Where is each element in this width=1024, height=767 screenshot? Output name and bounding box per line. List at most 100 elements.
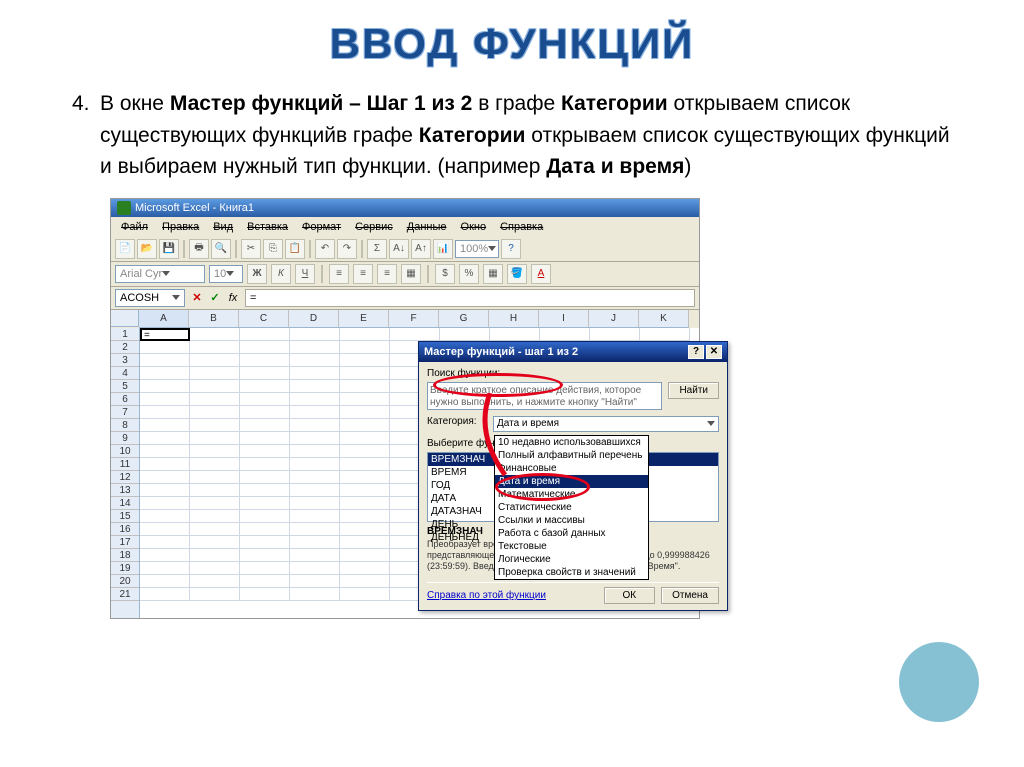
col-header[interactable]: J	[589, 310, 639, 327]
row-header[interactable]: 7	[111, 406, 139, 419]
font-name-box[interactable]: Arial Cyr	[115, 265, 205, 283]
row-header[interactable]: 2	[111, 341, 139, 354]
menu-insert[interactable]: Вставка	[241, 219, 294, 235]
formula-input[interactable]: =	[245, 289, 695, 307]
row-header[interactable]: 13	[111, 484, 139, 497]
row-header[interactable]: 16	[111, 523, 139, 536]
italic-icon[interactable]: К	[271, 264, 291, 284]
menu-file[interactable]: Файл	[115, 219, 154, 235]
row-header[interactable]: 9	[111, 432, 139, 445]
menu-view[interactable]: Вид	[207, 219, 239, 235]
row-header[interactable]: 6	[111, 393, 139, 406]
dropdown-item[interactable]: Логические	[495, 553, 648, 566]
menu-data[interactable]: Данные	[401, 219, 453, 235]
row-header[interactable]: 11	[111, 458, 139, 471]
col-header[interactable]: F	[389, 310, 439, 327]
align-center-icon[interactable]: ≡	[353, 264, 373, 284]
category-dropdown[interactable]: 10 недавно использовавшихся Полный алфав…	[494, 435, 649, 580]
dropdown-item[interactable]: Текстовые	[495, 540, 648, 553]
col-header[interactable]: A	[139, 310, 189, 327]
copy-icon[interactable]: ⎘	[263, 239, 283, 259]
help-icon[interactable]: ?	[501, 239, 521, 259]
cancel-formula-icon[interactable]: ✕	[189, 290, 205, 306]
row-header[interactable]: 1	[111, 328, 139, 341]
row-header[interactable]: 5	[111, 380, 139, 393]
col-header[interactable]: G	[439, 310, 489, 327]
col-header[interactable]: E	[339, 310, 389, 327]
row-header[interactable]: 14	[111, 497, 139, 510]
sort-desc-icon[interactable]: A↑	[411, 239, 431, 259]
select-all-corner[interactable]	[111, 310, 139, 327]
dropdown-item[interactable]: Полный алфавитный перечень	[495, 449, 648, 462]
ok-button[interactable]: ОК	[604, 587, 656, 604]
undo-icon[interactable]: ↶	[315, 239, 335, 259]
menu-window[interactable]: Окно	[455, 219, 493, 235]
col-header[interactable]: K	[639, 310, 689, 327]
bold-icon[interactable]: Ж	[247, 264, 267, 284]
col-header[interactable]: H	[489, 310, 539, 327]
borders-icon[interactable]: ▦	[483, 264, 503, 284]
sort-asc-icon[interactable]: A↓	[389, 239, 409, 259]
dialog-titlebar[interactable]: Мастер функций - шаг 1 из 2 ? ✕	[419, 342, 727, 362]
row-header[interactable]: 10	[111, 445, 139, 458]
align-left-icon[interactable]: ≡	[329, 264, 349, 284]
close-icon[interactable]: ✕	[706, 345, 722, 359]
row-header[interactable]: 8	[111, 419, 139, 432]
find-button[interactable]: Найти	[668, 382, 719, 399]
dropdown-item[interactable]: Ссылки и массивы	[495, 514, 648, 527]
menu-service[interactable]: Сервис	[349, 219, 399, 235]
print-icon[interactable]: 🖶	[189, 239, 209, 259]
cancel-button[interactable]: Отмена	[661, 587, 719, 604]
open-icon[interactable]: 📂	[137, 239, 157, 259]
help-link[interactable]: Справка по этой функции	[427, 590, 546, 601]
underline-icon[interactable]: Ч	[295, 264, 315, 284]
preview-icon[interactable]: 🔍	[211, 239, 231, 259]
enter-formula-icon[interactable]: ✓	[207, 290, 223, 306]
col-header[interactable]: D	[289, 310, 339, 327]
search-input[interactable]: Введите краткое описание действия, котор…	[427, 382, 662, 410]
dropdown-item[interactable]: Математические	[495, 488, 648, 501]
cell-grid[interactable]: = document.write(Array.from({length:20},…	[140, 328, 699, 618]
dropdown-item[interactable]: Проверка свойств и значений	[495, 566, 648, 579]
percent-icon[interactable]: %	[459, 264, 479, 284]
align-right-icon[interactable]: ≡	[377, 264, 397, 284]
redo-icon[interactable]: ↷	[337, 239, 357, 259]
function-list[interactable]: ВРЕМЗНАЧ ВРЕМЯ ГОД ДАТА ДАТАЗНАЧ ДЕНЬ ДЕ…	[427, 452, 719, 522]
merge-icon[interactable]: ▦	[401, 264, 421, 284]
help-button-icon[interactable]: ?	[688, 345, 704, 359]
dropdown-item[interactable]: Финансовые	[495, 462, 648, 475]
dropdown-item[interactable]: Работа с базой данных	[495, 527, 648, 540]
row-header[interactable]: 12	[111, 471, 139, 484]
col-header[interactable]: C	[239, 310, 289, 327]
currency-icon[interactable]: $	[435, 264, 455, 284]
name-box[interactable]: ACOSH	[115, 289, 185, 307]
save-icon[interactable]: 💾	[159, 239, 179, 259]
row-header[interactable]: 20	[111, 575, 139, 588]
zoom-box[interactable]: 100%	[455, 240, 499, 258]
dropdown-item[interactable]: 10 недавно использовавшихся	[495, 436, 648, 449]
menu-format[interactable]: Формат	[296, 219, 347, 235]
font-color-icon[interactable]: A	[531, 264, 551, 284]
dropdown-item[interactable]: Статистические	[495, 501, 648, 514]
menu-help[interactable]: Справка	[494, 219, 549, 235]
menu-edit[interactable]: Правка	[156, 219, 205, 235]
paste-icon[interactable]: 📋	[285, 239, 305, 259]
fill-color-icon[interactable]: 🪣	[507, 264, 527, 284]
new-icon[interactable]: 📄	[115, 239, 135, 259]
category-select[interactable]: Дата и время	[493, 416, 719, 432]
row-header[interactable]: 18	[111, 549, 139, 562]
row-header[interactable]: 15	[111, 510, 139, 523]
row-header[interactable]: 21	[111, 588, 139, 601]
fx-icon[interactable]: fx	[225, 290, 241, 306]
sum-icon[interactable]: Σ	[367, 239, 387, 259]
row-header[interactable]: 17	[111, 536, 139, 549]
col-header[interactable]: B	[189, 310, 239, 327]
col-header[interactable]: I	[539, 310, 589, 327]
row-header[interactable]: 3	[111, 354, 139, 367]
font-size-box[interactable]: 10	[209, 265, 243, 283]
row-header[interactable]: 19	[111, 562, 139, 575]
cut-icon[interactable]: ✂	[241, 239, 261, 259]
chart-icon[interactable]: 📊	[433, 239, 453, 259]
row-header[interactable]: 4	[111, 367, 139, 380]
dropdown-item[interactable]: Дата и время	[495, 475, 648, 488]
